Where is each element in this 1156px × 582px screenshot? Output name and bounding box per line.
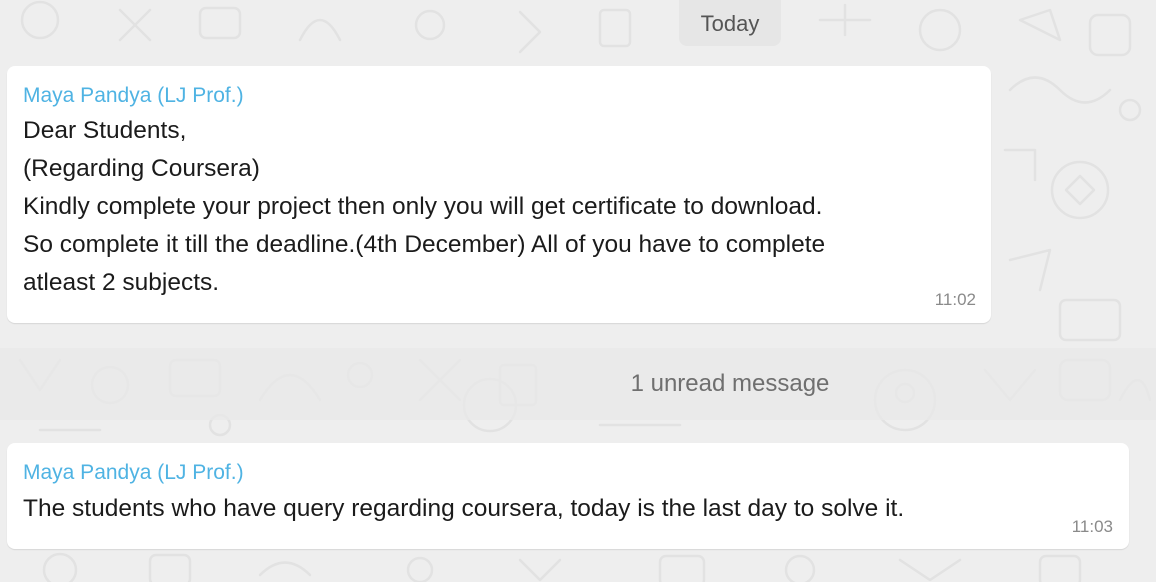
message-line: atleast 2 subjects. <box>23 269 220 296</box>
message-line: Dear Students, <box>23 117 187 144</box>
message-text[interactable]: The students who have query regarding co… <box>23 490 904 528</box>
message-bubble[interactable]: Maya Pandya (LJ Prof.) The students who … <box>7 443 1129 549</box>
message-text[interactable]: Dear Students, (Regarding Coursera) Kind… <box>23 112 825 302</box>
message-timestamp: 11:03 <box>1071 517 1113 536</box>
message-timestamp: 11:02 <box>934 290 976 309</box>
message-line: (Regarding Coursera) <box>23 155 260 182</box>
date-divider: Today <box>679 0 781 46</box>
message-line: So complete it till the deadline.(4th De… <box>23 231 826 258</box>
message-sender-name[interactable]: Maya Pandya (LJ Prof.) <box>23 461 244 485</box>
unread-messages-label: 1 unread message <box>630 370 830 397</box>
date-divider-label: Today <box>700 11 760 36</box>
unread-messages-divider: 1 unread message <box>0 348 1156 420</box>
message-line: The students who have query regarding co… <box>23 495 905 522</box>
message-sender-name[interactable]: Maya Pandya (LJ Prof.) <box>23 84 244 108</box>
message-bubble[interactable]: Maya Pandya (LJ Prof.) Dear Students, (R… <box>7 66 991 323</box>
message-line: Kindly complete your project then only y… <box>23 193 823 220</box>
